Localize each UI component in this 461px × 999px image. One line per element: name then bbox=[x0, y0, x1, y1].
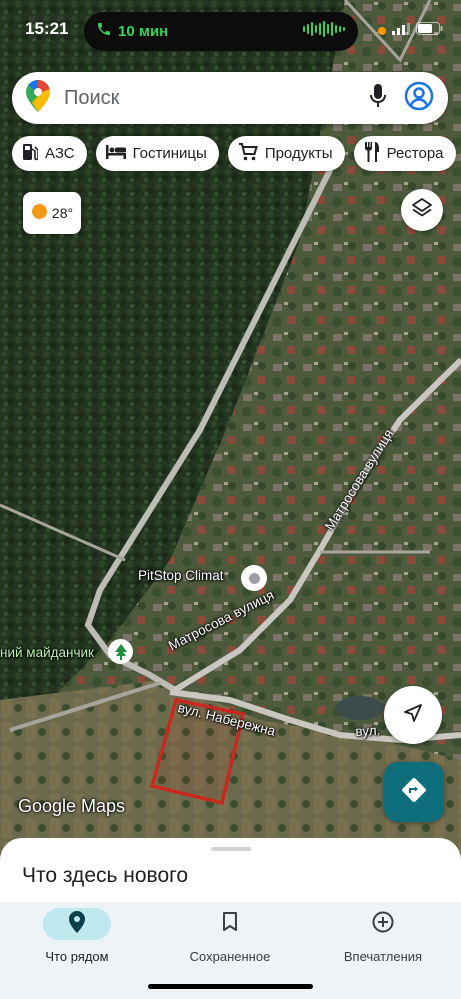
google-maps-pin-icon bbox=[26, 79, 50, 117]
chip-gas-stations[interactable]: АЗС bbox=[12, 136, 87, 171]
account-avatar-icon[interactable] bbox=[404, 81, 434, 116]
layers-icon bbox=[411, 197, 433, 224]
location-pin-icon bbox=[69, 910, 85, 938]
directions-icon bbox=[401, 777, 427, 808]
street-label-partial: вул. bbox=[355, 722, 381, 739]
signal-icon bbox=[392, 22, 410, 40]
call-duration: 10 мин bbox=[118, 23, 169, 40]
gas-station-icon bbox=[22, 143, 39, 165]
temperature: 28° bbox=[51, 205, 74, 221]
tab-label: Сохраненное bbox=[189, 949, 271, 964]
sun-icon bbox=[31, 203, 48, 223]
directions-button[interactable] bbox=[384, 762, 444, 822]
bookmark-icon bbox=[222, 911, 238, 937]
restaurant-icon bbox=[364, 141, 380, 166]
shopping-cart-icon bbox=[238, 142, 258, 165]
status-time: 15:21 bbox=[25, 19, 69, 38]
chip-label: Рестора bbox=[386, 145, 444, 162]
tab-label: Что рядом bbox=[45, 949, 109, 964]
home-indicator[interactable] bbox=[148, 984, 313, 989]
add-circle-icon bbox=[372, 911, 394, 938]
poi-marker-icon[interactable] bbox=[241, 565, 267, 591]
sheet-title: Что здесь нового bbox=[22, 864, 189, 887]
search-bar[interactable] bbox=[12, 72, 448, 124]
chip-label: АЗС bbox=[45, 145, 75, 162]
tab-contribute[interactable]: Впечатления bbox=[318, 902, 448, 964]
weather-badge[interactable]: 28° bbox=[23, 192, 81, 234]
status-icons bbox=[378, 22, 443, 40]
layers-button[interactable] bbox=[401, 189, 443, 231]
chip-restaurants[interactable]: Рестора bbox=[353, 136, 456, 171]
navigation-arrow-icon bbox=[403, 703, 423, 728]
privacy-dot-icon bbox=[378, 27, 386, 35]
call-indicator[interactable]: 10 мин bbox=[84, 12, 358, 51]
tree-marker-icon[interactable] bbox=[108, 639, 133, 664]
google-maps-logo: Google Maps bbox=[18, 796, 126, 816]
chip-label: Продукты bbox=[264, 145, 333, 162]
category-chips: АЗС Гостиницы Продукты Рестора bbox=[12, 136, 456, 171]
poi-label[interactable]: PitStop Climat bbox=[138, 568, 224, 583]
waveform-icon bbox=[302, 21, 346, 42]
chip-label: Гостиницы bbox=[132, 145, 207, 162]
park-label[interactable]: ний майданчик bbox=[0, 645, 94, 660]
hotel-bed-icon bbox=[105, 144, 126, 163]
microphone-icon[interactable] bbox=[370, 83, 386, 113]
phone-icon bbox=[96, 21, 112, 42]
search-input[interactable] bbox=[62, 85, 326, 111]
chip-hotels[interactable]: Гостиницы bbox=[95, 136, 219, 171]
drag-handle[interactable] bbox=[211, 847, 251, 851]
battery-icon bbox=[416, 22, 443, 40]
my-location-button[interactable] bbox=[384, 686, 442, 744]
tab-label: Впечатления bbox=[343, 949, 423, 964]
chip-groceries[interactable]: Продукты bbox=[227, 136, 345, 171]
tab-saved[interactable]: Сохраненное bbox=[165, 902, 295, 964]
tab-explore[interactable]: Что рядом bbox=[12, 902, 142, 964]
